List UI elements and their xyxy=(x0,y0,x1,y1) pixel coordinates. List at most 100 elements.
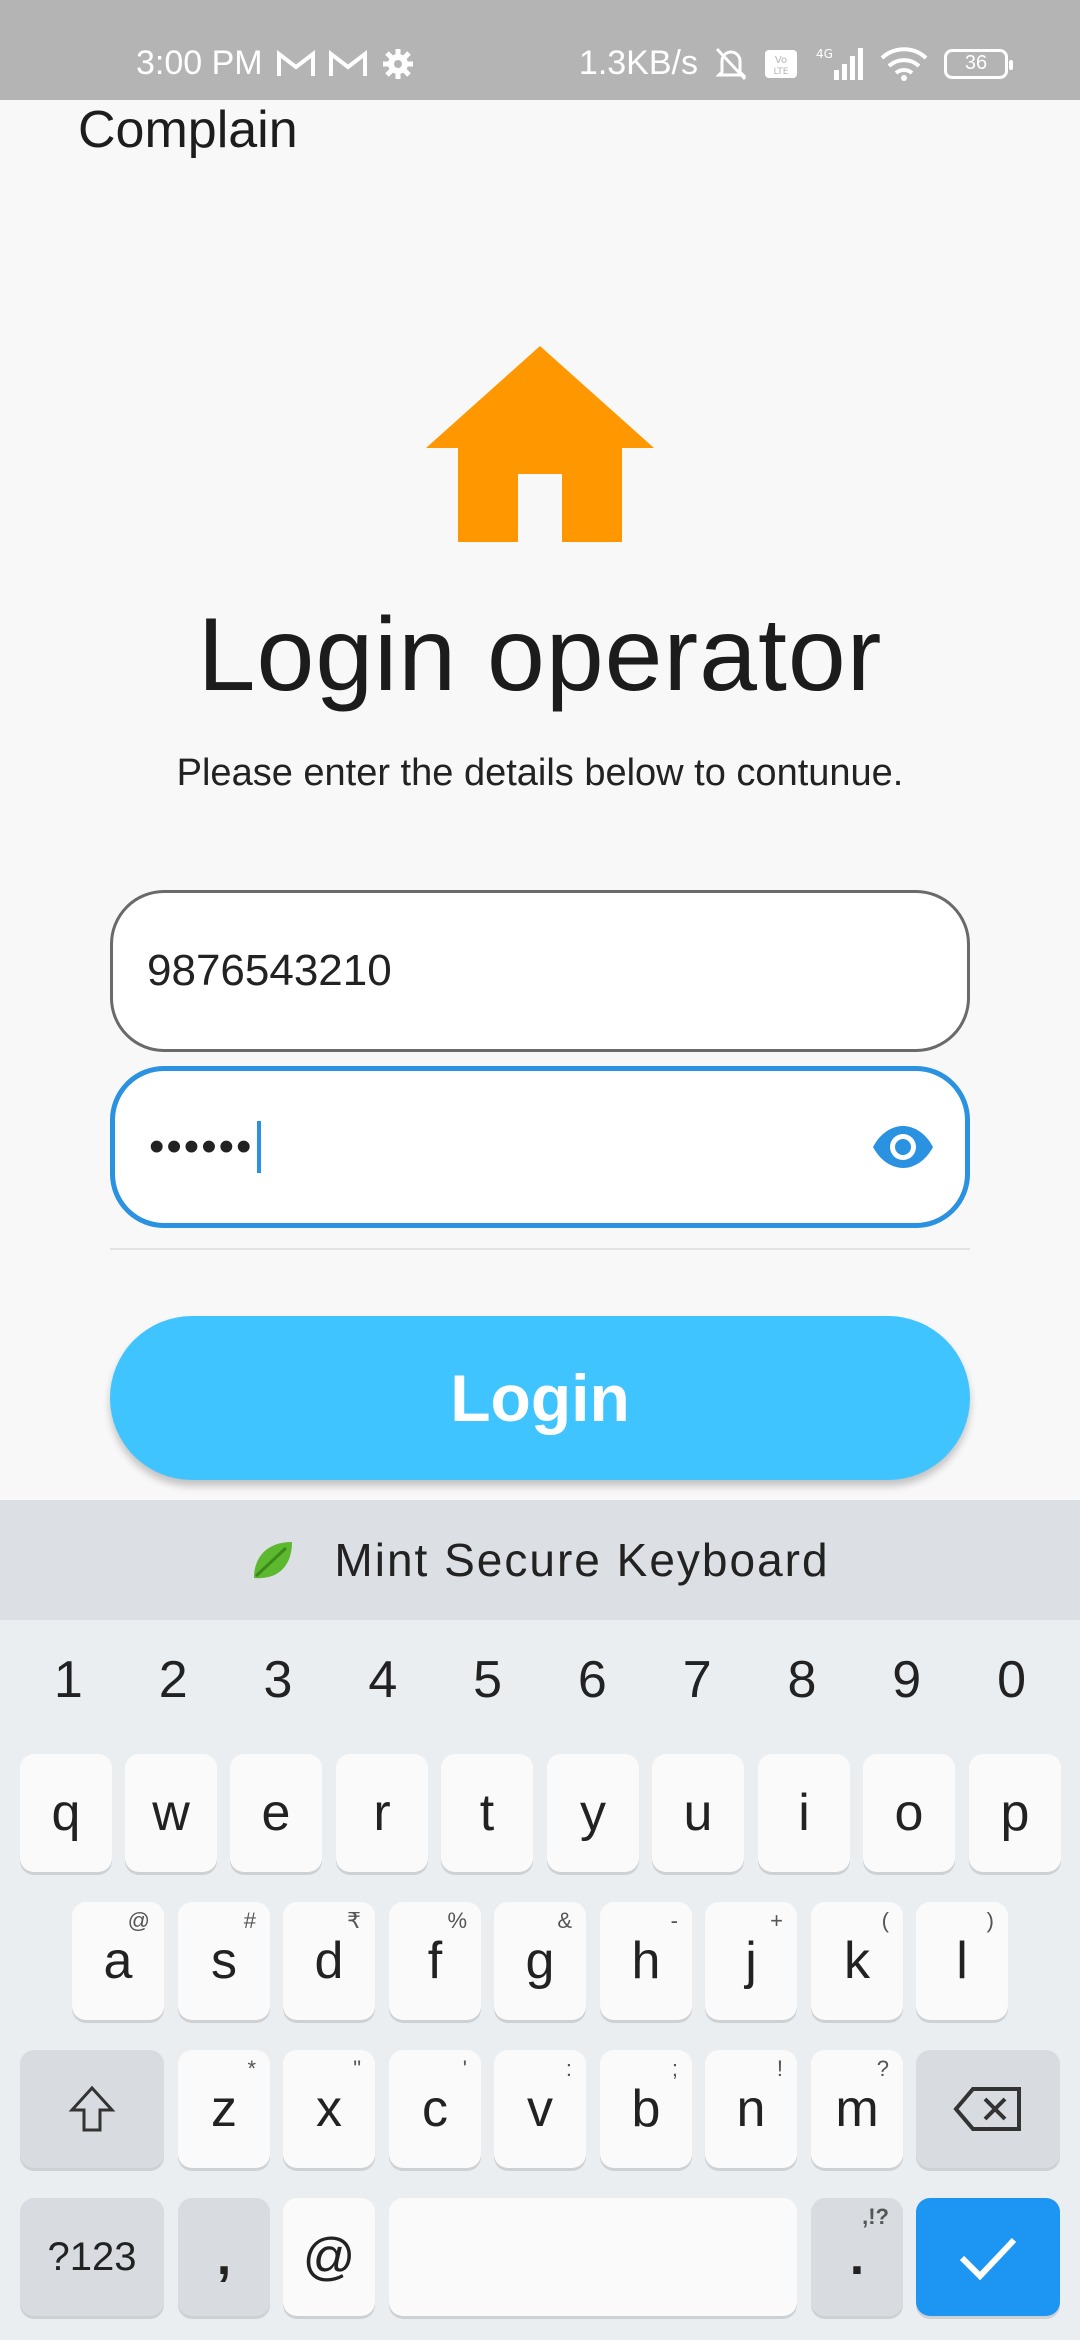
key-i[interactable]: i xyxy=(758,1754,850,1872)
status-time: 3:00 PM xyxy=(136,44,263,82)
show-password-eye-icon[interactable] xyxy=(871,1124,935,1170)
divider xyxy=(110,1248,970,1250)
key-hint: ( xyxy=(881,1908,889,1933)
backspace-icon xyxy=(953,2087,1021,2131)
key-hint: ₹ xyxy=(347,1908,361,1933)
key-g[interactable]: g & xyxy=(494,1902,586,2020)
key-hint: + xyxy=(770,1908,783,1933)
key-v[interactable]: v: xyxy=(494,2050,586,2168)
key-f[interactable]: f% xyxy=(389,1902,481,2020)
key-m[interactable]: m? xyxy=(811,2050,903,2168)
key-label: h xyxy=(631,1932,661,1990)
key-3[interactable]: 3 xyxy=(233,1650,323,1710)
key-hint: & xyxy=(557,1908,572,1933)
svg-text:4G: 4G xyxy=(816,47,833,61)
done-key[interactable] xyxy=(916,2198,1060,2316)
key-label: m xyxy=(835,2080,879,2138)
key-5[interactable]: 5 xyxy=(443,1650,533,1710)
key-1[interactable]: 1 xyxy=(23,1650,113,1710)
space-key[interactable] xyxy=(389,2198,797,2316)
battery-icon: 36 xyxy=(944,48,1013,79)
key-hint: % xyxy=(447,1908,467,1933)
key-x[interactable]: x " xyxy=(283,2050,375,2168)
key-label: j xyxy=(745,1932,757,1990)
backspace-key[interactable] xyxy=(916,2050,1060,2168)
leaf-icon xyxy=(254,1542,293,1579)
key-o[interactable]: o xyxy=(863,1754,955,1872)
key-w[interactable]: w xyxy=(125,1754,217,1872)
signal-icon: 4G xyxy=(814,46,864,82)
login-button[interactable]: Login xyxy=(110,1316,970,1480)
page-subtitle: Please enter the details below to contun… xyxy=(176,752,904,794)
network-speed: 1.3KB/s xyxy=(578,44,698,82)
key-label: d xyxy=(314,1932,344,1990)
phone-value: 9876543210 xyxy=(147,946,392,995)
at-key[interactable]: @ xyxy=(283,2198,375,2316)
key-0[interactable]: 0 xyxy=(967,1650,1057,1710)
key-label: l xyxy=(956,1932,968,1990)
key-e[interactable]: e xyxy=(230,1754,322,1872)
key-hint: : xyxy=(565,2056,572,2081)
key-b[interactable]: b; xyxy=(600,2050,692,2168)
key-hint: ' xyxy=(462,2056,467,2081)
key-hint: ) xyxy=(986,1908,994,1933)
key-label: g xyxy=(525,1932,555,1990)
volte-icon: Vo LTE xyxy=(764,49,798,79)
key-label: c xyxy=(422,2080,448,2138)
svg-text:Vo: Vo xyxy=(775,55,787,66)
key-7[interactable]: 7 xyxy=(652,1650,742,1710)
key-label: v xyxy=(527,2080,553,2138)
battery-level: 36 xyxy=(964,52,988,74)
keyboard-banner: Mint Secure Keyboard xyxy=(0,1500,1080,1620)
key-label: a xyxy=(103,1932,133,1990)
app-title: Complain xyxy=(78,101,298,159)
key-hint: # xyxy=(243,1908,256,1933)
key-label: k xyxy=(844,1932,870,1990)
password-field[interactable]: •••••• xyxy=(110,1066,970,1228)
symbols-key[interactable]: ?123 xyxy=(20,2198,164,2316)
key-a[interactable]: a @ xyxy=(72,1902,164,2020)
key-hint: @ xyxy=(127,1908,150,1933)
key-8[interactable]: 8 xyxy=(757,1650,847,1710)
shift-key[interactable] xyxy=(20,2050,164,2168)
key-hint: ; xyxy=(671,2056,678,2081)
key-y[interactable]: y xyxy=(547,1754,639,1872)
shift-arrow-icon xyxy=(68,2085,116,2132)
phone-field[interactable]: 9876543210 xyxy=(110,890,970,1052)
key-u[interactable]: u xyxy=(652,1754,744,1872)
key-2[interactable]: 2 xyxy=(128,1650,218,1710)
key-h[interactable]: h- xyxy=(600,1902,692,2020)
svg-text:LTE: LTE xyxy=(774,67,789,77)
key-s[interactable]: s # xyxy=(178,1902,270,2020)
key-r[interactable]: r xyxy=(336,1754,428,1872)
settings-gear-icon xyxy=(381,47,415,81)
keyboard: 1 2 3 4 5 6 7 8 9 0 q w e r t y u i o p … xyxy=(0,1620,1080,2340)
key-hint: ,!? xyxy=(862,2204,889,2229)
key-hint: ? xyxy=(876,2056,889,2081)
key-hint: * xyxy=(247,2056,256,2081)
key-k[interactable]: k( xyxy=(811,1902,903,2020)
key-6[interactable]: 6 xyxy=(547,1650,637,1710)
key-hint: " xyxy=(353,2056,361,2081)
key-p[interactable]: p xyxy=(969,1754,1061,1872)
key-q[interactable]: q xyxy=(20,1754,112,1872)
key-n[interactable]: n! xyxy=(705,2050,797,2168)
key-z[interactable]: z * xyxy=(178,2050,270,2168)
key-9[interactable]: 9 xyxy=(862,1650,952,1710)
key-l[interactable]: l) xyxy=(916,1902,1008,2020)
gmail-icon xyxy=(276,49,315,78)
page-title: Login operator xyxy=(197,597,883,713)
key-t[interactable]: t xyxy=(441,1754,533,1872)
key-j[interactable]: j + xyxy=(705,1902,797,2020)
key-4[interactable]: 4 xyxy=(338,1650,428,1710)
comma-key[interactable]: , xyxy=(178,2198,270,2316)
status-bar: 3:00 PM 1.3KB/s Vo LTE 4G 36 xyxy=(0,0,1080,100)
checkmark-icon xyxy=(959,2237,1017,2280)
number-row: 1 2 3 4 5 6 7 8 9 0 xyxy=(0,1620,1080,1740)
key-label: z xyxy=(211,2080,237,2138)
key-c[interactable]: c ' xyxy=(389,2050,481,2168)
key-d[interactable]: d ₹ xyxy=(283,1902,375,2020)
gmail-icon xyxy=(328,49,367,78)
period-key[interactable]: .,!? xyxy=(811,2198,903,2316)
key-hint: - xyxy=(670,1908,678,1933)
